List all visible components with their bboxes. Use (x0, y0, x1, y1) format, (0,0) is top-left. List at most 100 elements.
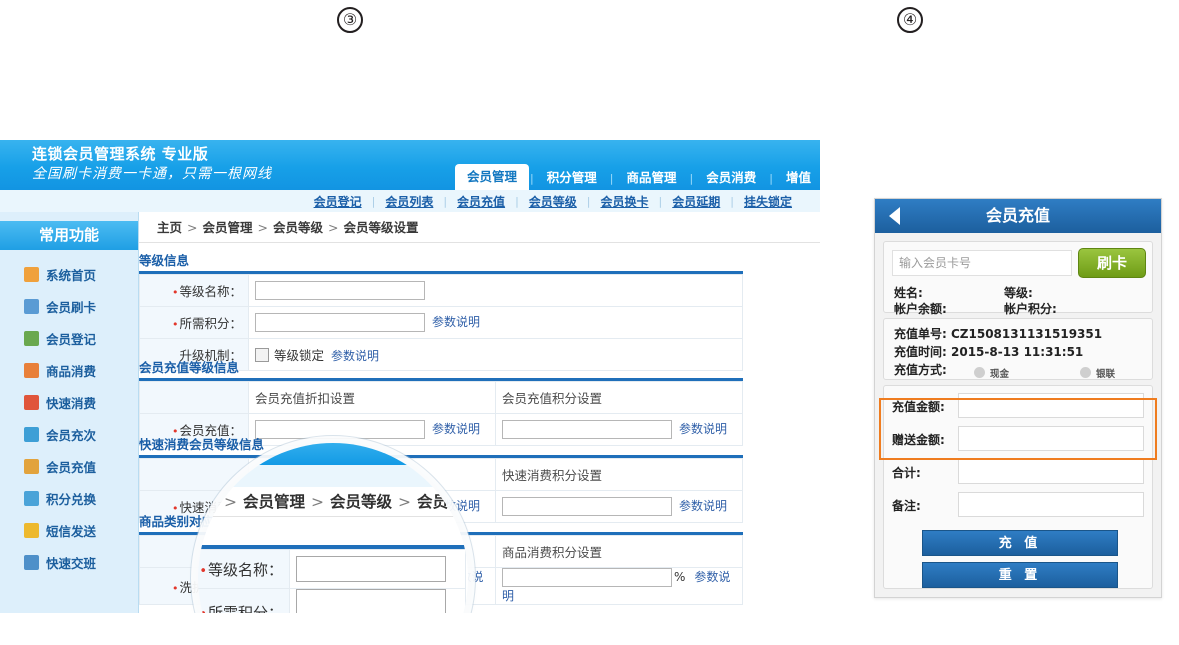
sidebar-item-6[interactable]: 会员充值 (0, 450, 138, 482)
member-lookup-card: 输入会员卡号 刷卡 姓名: 等级: 帐户余额: 帐户积分: (883, 241, 1153, 316)
magnified-table-row: •等级名称： (198, 549, 466, 589)
field-label-name: 姓名: (894, 286, 923, 300)
pay-option-unionpay[interactable]: 银联 (1080, 362, 1115, 381)
magnified-breadcrumb-item-0: 会员管理 (243, 493, 306, 511)
sidebar-item-5[interactable]: 会员充次 (0, 418, 138, 450)
main-nav[interactable]: 会员管理 | 积分管理 | 商品管理 | 会员消费 | 增值 (455, 164, 820, 190)
sidebar-item-label: 会员充值 (46, 459, 97, 475)
sidebar-item-7[interactable]: 积分兑换 (0, 482, 138, 514)
magnified-row-label: •所需积分： (198, 588, 290, 613)
text-input[interactable] (255, 313, 425, 332)
shift-handover-icon (24, 554, 39, 570)
breadcrumb[interactable]: 主页 > 会员管理 > 会员等级 > 会员等级设置 (139, 212, 820, 243)
param-help-link[interactable]: 参数说明 (425, 315, 480, 329)
user-register-icon (24, 330, 39, 346)
subnav-link-0[interactable]: 会员登记 (304, 193, 372, 210)
table-row: •所需积分： 参数说明 (139, 306, 743, 339)
sidebar-item-9[interactable]: 快速交班 (0, 546, 138, 578)
times-recharge-icon (24, 426, 39, 442)
card-number-input[interactable]: 输入会员卡号 (892, 250, 1072, 276)
param-help-link[interactable]: 参数说明 (425, 422, 480, 436)
header-spacer (139, 381, 249, 414)
row-label: •所需积分： (139, 306, 249, 339)
param-help-link[interactable]: 参数说明 (672, 499, 727, 513)
brand-title: 连锁会员管理系统 专业版 (32, 145, 209, 163)
nav-tab-2[interactable]: 商品管理 (614, 166, 688, 190)
nav-tab-4[interactable]: 增值 (774, 166, 820, 190)
section-title: 会员充值等级信息 (139, 360, 240, 375)
sidebar-item-1[interactable]: 会员刷卡 (0, 290, 138, 322)
sidebar-item-3[interactable]: 商品消费 (0, 354, 138, 386)
nav-tab-0[interactable]: 会员管理 (455, 164, 530, 190)
subnav-link-2[interactable]: 会员充值 (447, 193, 515, 210)
sidebar-item-label: 会员登记 (46, 331, 97, 347)
total-input[interactable] (958, 459, 1144, 484)
magnifier-lens: 会 >会员管理>会员等级>会员等级设置 息 •等级名称：•所需积分：参数说明•升… (198, 443, 468, 613)
breadcrumb-item-2[interactable]: 会员等级 (273, 220, 323, 235)
column-header-1: 商品消费积分设置 (495, 535, 743, 568)
subnav-link-5[interactable]: 会员延期 (662, 193, 730, 210)
nav-tab-3[interactable]: 会员消费 (694, 166, 768, 190)
required-marker: • (171, 581, 179, 595)
form-section-1: 会员充值等级信息 会员充值折扣设置 会员充值积分设置 •会员充值： 参数说明 参数说明 (139, 358, 820, 446)
magnified-form-table: •等级名称：•所需积分：参数说明•升级机制：等级锁定参数说明 (198, 549, 466, 613)
column-header-1: 会员充值积分设置 (495, 381, 743, 414)
dialog-title: 会员充值 (875, 199, 1161, 233)
column-header-1: 快速消费积分设置 (495, 458, 743, 491)
text-input[interactable] (255, 281, 425, 300)
sidebar-item-4[interactable]: 快速消费 (0, 386, 138, 418)
param-help-link[interactable]: 参数说明 (672, 422, 727, 436)
subnav-link-4[interactable]: 会员换卡 (591, 193, 659, 210)
unit-label: % (674, 570, 686, 584)
nav-tab-1[interactable]: 积分管理 (535, 166, 609, 190)
sidebar-item-2[interactable]: 会员登记 (0, 322, 138, 354)
gift-icon (24, 490, 39, 506)
sidebar-item-label: 会员充次 (46, 427, 97, 443)
text-input[interactable] (502, 568, 672, 587)
subnav-link-6[interactable]: 挂失锁定 (734, 193, 802, 210)
order-no-label: 充值单号: (894, 327, 947, 341)
row-field (248, 274, 743, 307)
magnified-row-label: •等级名称： (198, 549, 290, 589)
breadcrumb-item-3[interactable]: 会员等级设置 (344, 220, 419, 235)
magnified-nav-band (198, 443, 468, 465)
breadcrumb-separator: > (257, 220, 268, 235)
field-label-level: 等级: (1004, 286, 1033, 300)
radio-unionpay-icon[interactable] (1080, 367, 1091, 378)
sidebar-menu[interactable]: 系统首页会员刷卡会员登记商品消费快速消费会员充次会员充值积分兑换 短信发送 快速交班 (0, 258, 138, 578)
radio-cash-icon[interactable] (974, 367, 985, 378)
swipe-card-button[interactable]: 刷卡 (1078, 248, 1146, 278)
mail-icon (24, 522, 39, 538)
amount-highlight-box (879, 398, 1157, 460)
back-arrow-icon[interactable] (889, 207, 900, 225)
breadcrumb-item-0[interactable]: 主页 (157, 220, 182, 235)
remark-input[interactable] (958, 492, 1144, 517)
subnav-link-1[interactable]: 会员列表 (375, 193, 443, 210)
subnav-link-3[interactable]: 会员等级 (519, 193, 587, 210)
required-marker: • (171, 286, 179, 299)
magnified-table-row: •所需积分：参数说明 (198, 588, 466, 613)
recharge-button[interactable]: 充 值 (922, 530, 1118, 556)
sidebar-item-0[interactable]: 系统首页 (0, 258, 138, 290)
step-marker-4: ④ (897, 7, 923, 33)
sub-nav-links[interactable]: 会员登记 | 会员列表 | 会员充值 | 会员等级 | 会员换卡 | 会员延期 | 挂失锁定 (304, 190, 802, 212)
pay-method-label: 充值方式: (894, 363, 947, 377)
magnified-breadcrumb: > 会员管理 > 会员等级 > 会员等级设置 (198, 487, 468, 517)
remark-label: 备注: (892, 499, 921, 513)
table-header-row: 会员充值折扣设置 会员充值积分设置 (139, 381, 743, 414)
reset-button[interactable]: 重 置 (922, 562, 1118, 588)
magnified-text-input (296, 589, 446, 613)
breadcrumb-item-1[interactable]: 会员管理 (203, 220, 253, 235)
sidebar-item-label: 商品消费 (46, 363, 97, 379)
cart-icon (24, 362, 39, 378)
pay-option-cash[interactable]: 现金 (974, 362, 1009, 381)
column-header-0: 会员充值折扣设置 (248, 381, 496, 414)
required-marker: • (171, 318, 179, 331)
card-number-placeholder: 输入会员卡号 (899, 256, 972, 270)
section-title: 等级信息 (139, 253, 190, 268)
card-swipe-icon (24, 298, 39, 314)
total-label: 合计: (892, 466, 921, 480)
sidebar-item-label: 会员刷卡 (46, 299, 97, 315)
sidebar-item-8[interactable]: 短信发送 (0, 514, 138, 546)
order-time-value: 2015-8-13 11:31:51 (951, 345, 1084, 359)
